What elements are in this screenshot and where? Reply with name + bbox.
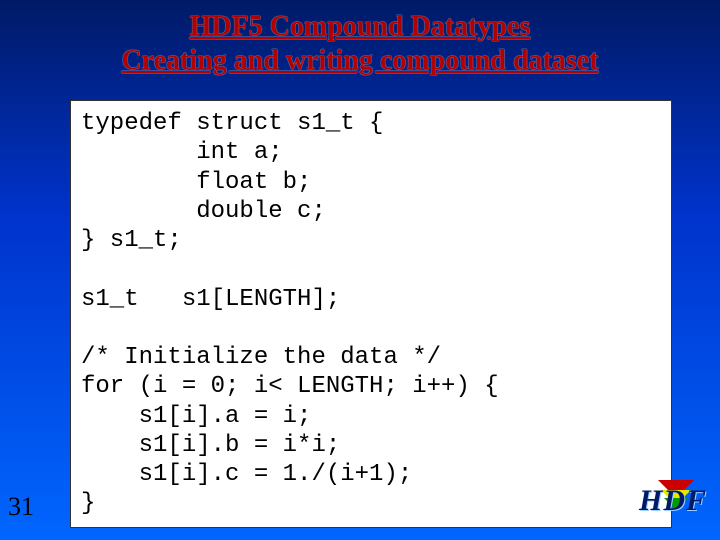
code-block: typedef struct s1_t { int a; float b; do… <box>70 100 672 528</box>
title-area: HDF5 Compound Datatypes Creating and wri… <box>0 0 720 77</box>
logo-text: HDF <box>638 484 708 518</box>
slide: HDF5 Compound Datatypes Creating and wri… <box>0 0 720 540</box>
slide-number: 31 <box>8 492 34 522</box>
hdf-logo: HDF <box>638 480 708 532</box>
title-line-1: HDF5 Compound Datatypes <box>0 10 720 44</box>
title-line-2: Creating and writing compound dataset <box>0 44 720 78</box>
